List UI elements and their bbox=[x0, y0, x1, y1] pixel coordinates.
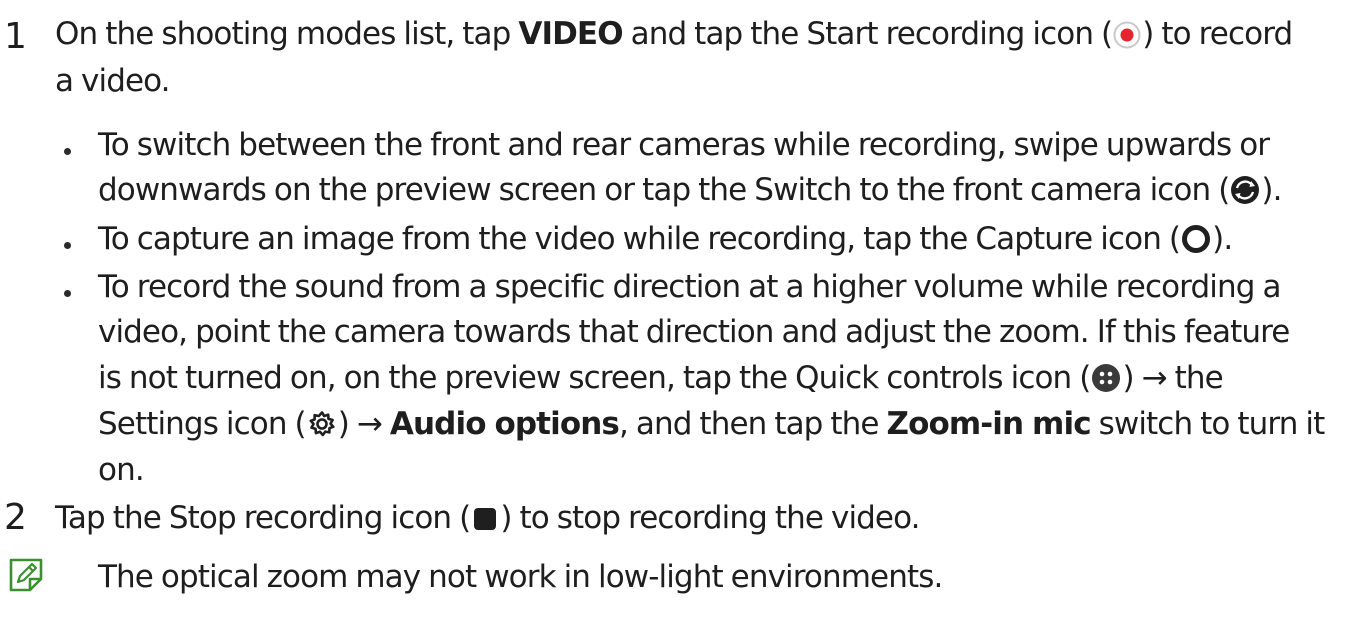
bullet-3-line-2: video, point the camera towards that dir… bbox=[98, 314, 1290, 350]
bullet-dot bbox=[64, 242, 71, 249]
step-2-line-1: Tap the Stop recording icon () to stop r… bbox=[55, 500, 920, 536]
video-mode-label: VIDEO bbox=[518, 16, 623, 52]
step-1-line-2: a video. bbox=[55, 63, 171, 99]
step-number-1: 1 bbox=[4, 16, 27, 57]
record-icon bbox=[1113, 21, 1141, 49]
step-number-2: 2 bbox=[4, 497, 27, 538]
bullet-3-line-5: on. bbox=[98, 452, 145, 488]
quick-controls-icon bbox=[1092, 364, 1121, 392]
stop-icon bbox=[474, 508, 497, 530]
note-icon bbox=[9, 558, 43, 592]
note-text: The optical zoom may not work in low-lig… bbox=[98, 559, 943, 595]
bullet-dot bbox=[64, 290, 71, 297]
manual-page: 1 On the shooting modes list, tap VIDEO … bbox=[0, 0, 1367, 628]
bullet-2-line-1: To capture an image from the video while… bbox=[98, 221, 1233, 257]
bullet-1-line-2: downwards on the preview screen or tap t… bbox=[98, 172, 1282, 208]
step-1-line-1: On the shooting modes list, tap VIDEO an… bbox=[55, 16, 1293, 52]
zoom-in-mic-label: Zoom-in mic bbox=[886, 406, 1092, 442]
bullet-dot bbox=[64, 148, 71, 155]
bullet-3-line-3: is not turned on, on the preview screen,… bbox=[98, 360, 1224, 396]
bullet-3-line-1: To record the sound from a specific dire… bbox=[98, 269, 1281, 305]
capture-icon bbox=[1182, 225, 1211, 253]
bullet-3-line-4: Settings icon () → Audio options, and th… bbox=[98, 406, 1325, 442]
settings-icon bbox=[309, 411, 335, 437]
bullet-1-line-1: To switch between the front and rear cam… bbox=[98, 127, 1270, 163]
switch-camera-icon bbox=[1231, 176, 1260, 204]
audio-options-label: Audio options bbox=[389, 406, 620, 442]
